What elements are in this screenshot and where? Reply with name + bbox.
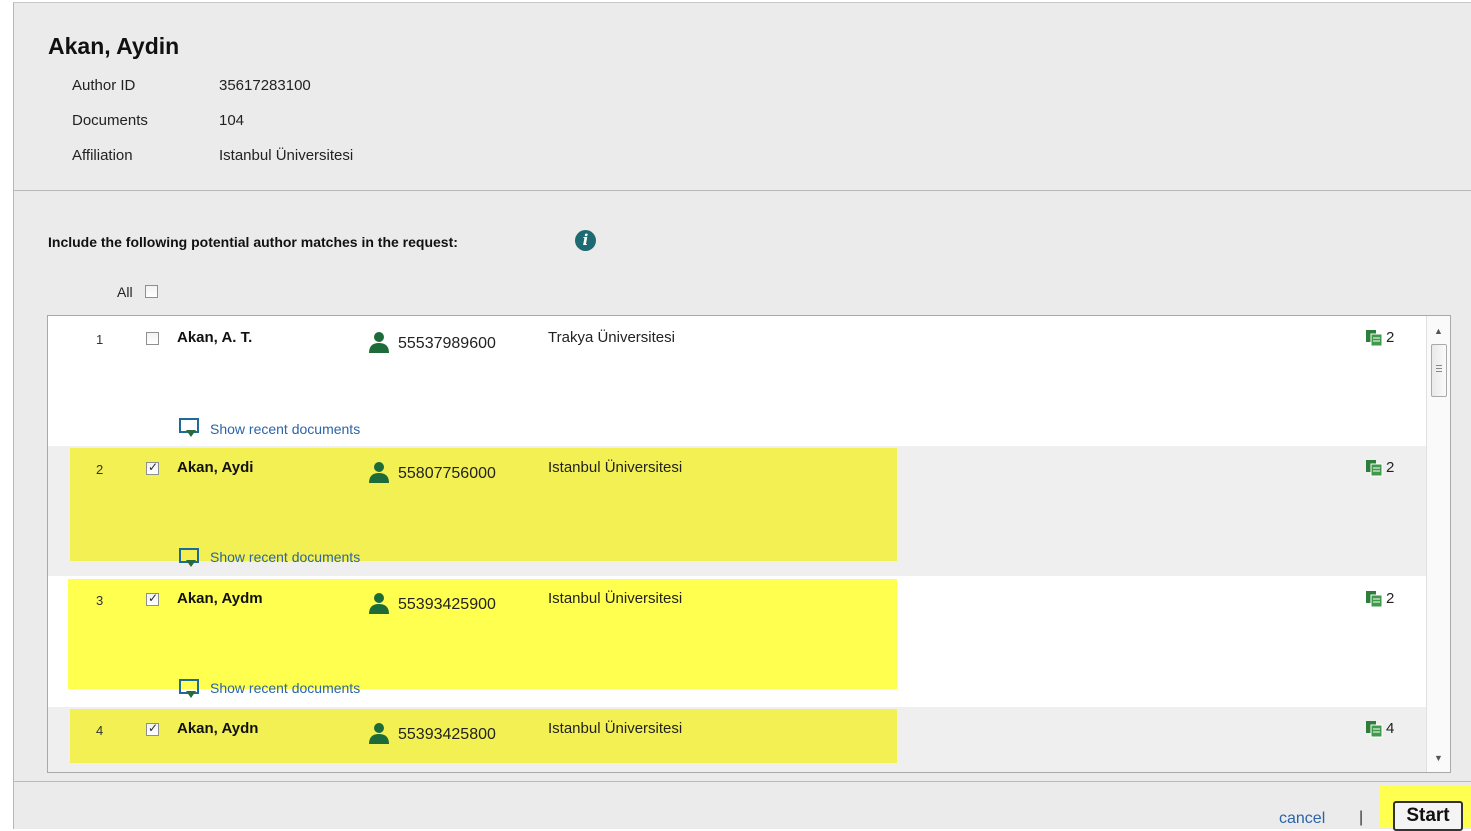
info-icon[interactable]: i bbox=[575, 230, 596, 251]
row-number: 2 bbox=[96, 462, 104, 477]
row-checkbox[interactable] bbox=[146, 721, 159, 736]
author-match-name: Akan, Aydn bbox=[177, 720, 259, 737]
documents-label: Documents bbox=[72, 112, 148, 129]
document-count: 2 bbox=[1386, 459, 1395, 476]
author-match-name: Akan, Aydm bbox=[177, 590, 263, 607]
list-scrollbar[interactable]: ▲ ▼ bbox=[1426, 316, 1450, 772]
author-match-name: Akan, Aydi bbox=[177, 459, 254, 476]
row-number: 4 bbox=[96, 723, 104, 738]
cancel-link[interactable]: cancel bbox=[1279, 810, 1325, 828]
row-checkbox[interactable] bbox=[146, 460, 159, 475]
affiliation-value: Istanbul Üniversitesi bbox=[219, 147, 354, 164]
author-match-affiliation: Istanbul Üniversitesi bbox=[548, 720, 683, 737]
author-match-affiliation: Istanbul Üniversitesi bbox=[548, 459, 683, 476]
start-button[interactable]: Start bbox=[1393, 801, 1463, 831]
list-item: 2 Akan, Aydi 55807756000 Istanbul Üniver… bbox=[48, 446, 1426, 576]
person-icon bbox=[369, 332, 389, 353]
documents-icon[interactable] bbox=[1365, 459, 1383, 477]
row-number: 3 bbox=[96, 593, 104, 608]
list-item: 4 Akan, Aydn 55393425800 Istanbul Üniver… bbox=[48, 707, 1426, 772]
documents-icon[interactable] bbox=[1365, 720, 1383, 738]
select-all-checkbox[interactable] bbox=[145, 285, 158, 298]
row-number: 1 bbox=[96, 332, 104, 347]
row-checkbox[interactable] bbox=[146, 591, 159, 606]
author-match-affiliation: Istanbul Üniversitesi bbox=[548, 590, 683, 607]
show-recent-icon[interactable] bbox=[179, 548, 201, 570]
show-recent-documents-link[interactable]: Show recent documents bbox=[210, 680, 360, 696]
author-match-name: Akan, A. T. bbox=[177, 329, 253, 346]
document-count: 2 bbox=[1386, 329, 1395, 346]
list-item: 1 Akan, A. T. 55537989600 Trakya Ünivers… bbox=[48, 316, 1426, 446]
author-id-value: 35617283100 bbox=[219, 77, 311, 94]
document-count: 4 bbox=[1386, 720, 1395, 737]
show-recent-documents-link[interactable]: Show recent documents bbox=[210, 421, 360, 437]
author-match-id[interactable]: 55807756000 bbox=[398, 465, 496, 483]
scroll-thumb[interactable] bbox=[1431, 344, 1447, 397]
documents-value: 104 bbox=[219, 112, 245, 129]
header-divider bbox=[13, 190, 1471, 191]
row-checkbox[interactable] bbox=[146, 332, 159, 345]
author-match-id[interactable]: 55393425900 bbox=[398, 596, 496, 614]
scroll-down-arrow-icon[interactable]: ▼ bbox=[1434, 753, 1443, 763]
person-icon bbox=[369, 593, 389, 614]
author-match-id[interactable]: 55537989600 bbox=[398, 335, 496, 353]
show-recent-documents-link[interactable]: Show recent documents bbox=[210, 549, 360, 565]
list-item: 3 Akan, Aydm 55393425900 Istanbul Üniver… bbox=[48, 577, 1426, 707]
documents-icon[interactable] bbox=[1365, 590, 1383, 608]
author-match-id[interactable]: 55393425800 bbox=[398, 726, 496, 744]
documents-icon[interactable] bbox=[1365, 329, 1383, 347]
scroll-up-arrow-icon[interactable]: ▲ bbox=[1434, 326, 1443, 336]
footer-divider bbox=[13, 781, 1471, 782]
person-icon bbox=[369, 462, 389, 483]
affiliation-label: Affiliation bbox=[72, 147, 133, 164]
author-match-affiliation: Trakya Üniversitesi bbox=[548, 329, 675, 346]
select-all-label: All bbox=[117, 284, 133, 300]
document-count: 2 bbox=[1386, 590, 1395, 607]
author-name: Akan, Aydin bbox=[48, 33, 180, 59]
author-match-list: 1 Akan, A. T. 55537989600 Trakya Ünivers… bbox=[47, 315, 1451, 773]
show-recent-icon[interactable] bbox=[179, 679, 201, 701]
author-id-label: Author ID bbox=[72, 77, 136, 94]
person-icon bbox=[369, 723, 389, 744]
footer-separator: | bbox=[1359, 809, 1364, 826]
include-instruction: Include the following potential author m… bbox=[48, 234, 458, 250]
show-recent-icon[interactable] bbox=[179, 418, 201, 440]
